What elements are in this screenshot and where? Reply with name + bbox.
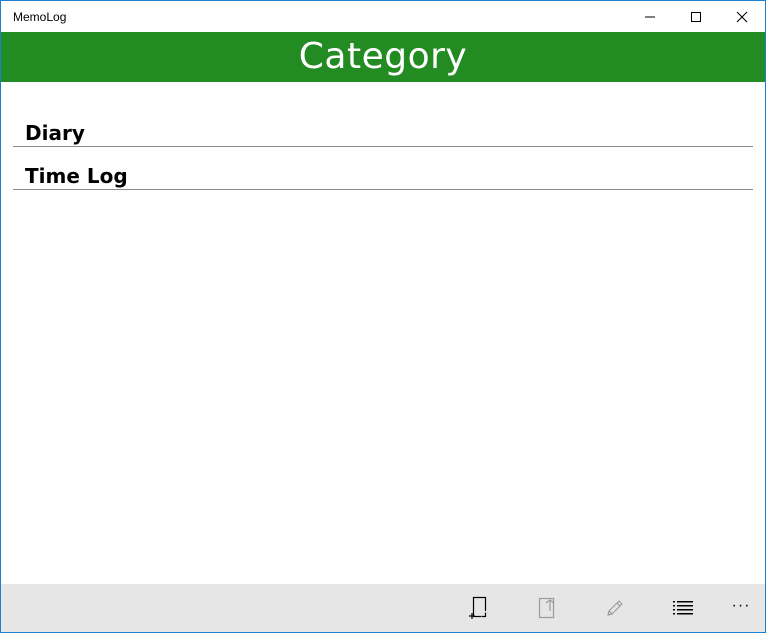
list-icon	[673, 601, 693, 615]
new-category-button[interactable]	[445, 584, 513, 632]
category-label: Diary	[25, 121, 85, 145]
app-window: MemoLog Category Diary Time Log ···	[0, 0, 766, 633]
minimize-button[interactable]	[627, 1, 673, 32]
edit-pencil-icon	[607, 600, 623, 616]
minimize-icon	[645, 16, 655, 17]
title-bar[interactable]: MemoLog	[1, 1, 765, 32]
close-icon	[736, 11, 748, 22]
maximize-button[interactable]	[673, 1, 719, 32]
more-options-button[interactable]: ···	[717, 584, 765, 632]
page-header: Category	[1, 32, 765, 82]
move-out-icon	[538, 597, 555, 619]
maximize-icon	[691, 11, 701, 22]
edit-button[interactable]	[581, 584, 649, 632]
move-button[interactable]	[513, 584, 581, 632]
category-list: Diary Time Log	[13, 104, 753, 190]
close-button[interactable]	[719, 1, 765, 32]
page-title: Category	[298, 35, 468, 77]
window-title: MemoLog	[13, 10, 67, 24]
category-item-diary[interactable]: Diary	[13, 104, 753, 147]
category-label: Time Log	[25, 164, 128, 188]
command-bar: ···	[1, 584, 765, 632]
list-view-button[interactable]	[649, 584, 717, 632]
more-icon: ···	[731, 597, 751, 614]
new-page-icon	[469, 596, 487, 619]
category-item-time-log[interactable]: Time Log	[13, 147, 753, 190]
